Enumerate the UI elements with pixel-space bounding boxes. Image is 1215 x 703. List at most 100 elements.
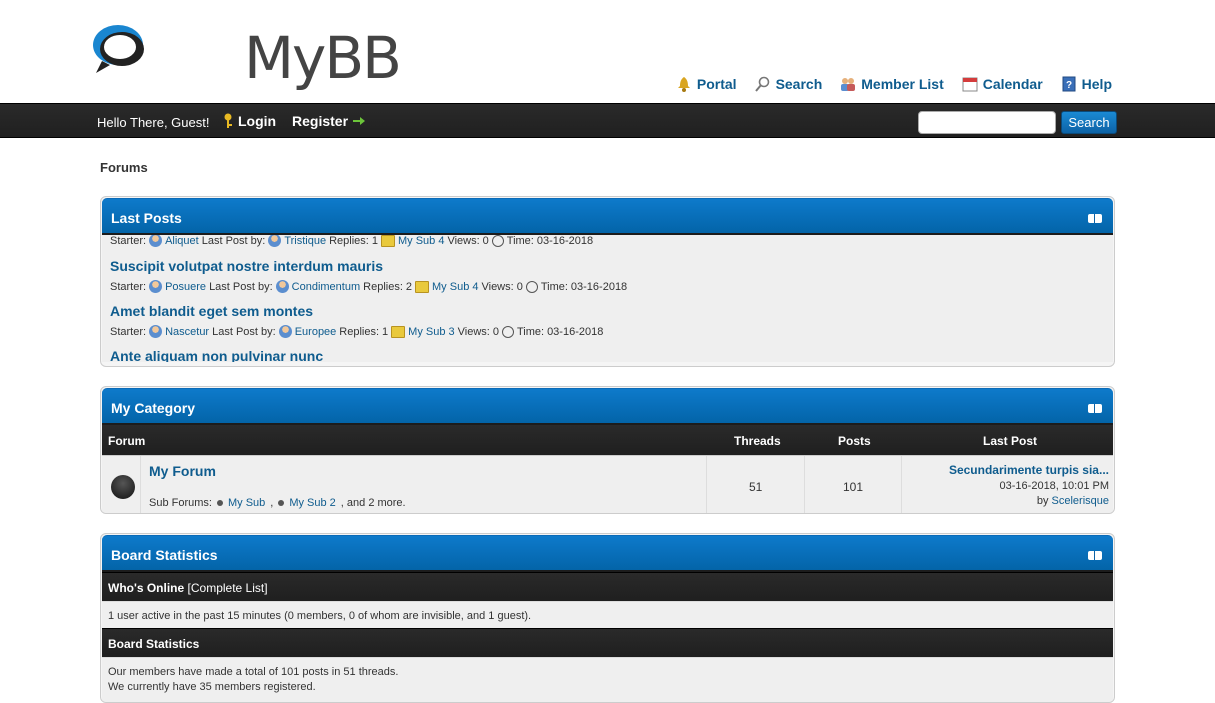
last-post-item: Starter: Aliquet Last Post by: Tristique… bbox=[110, 235, 593, 247]
mybb-logo[interactable]: MyBB bbox=[92, 17, 402, 87]
replies-label: Replies: bbox=[339, 325, 380, 338]
col-forum: Forum bbox=[108, 434, 146, 448]
member-list-link[interactable]: Member List bbox=[840, 76, 944, 92]
post-title-link[interactable]: Ante aliquam non pulvinar nunc bbox=[110, 348, 323, 362]
replies-value: 1 bbox=[371, 235, 378, 247]
online-row: 1 user active in the past 15 minutes (0 … bbox=[102, 601, 1113, 628]
stats-row: Our members have made a total of 101 pos… bbox=[102, 657, 1113, 702]
last-posts-box: Last Posts Starter: Aliquet Last Post by… bbox=[100, 196, 1115, 367]
clock-icon bbox=[491, 235, 504, 247]
last-by-label: Last Post by: bbox=[201, 235, 266, 247]
more-subforums: , and 2 more. bbox=[340, 497, 406, 509]
whos-online-title: Who's Online [Complete List] bbox=[108, 581, 268, 595]
subforums: Sub Forums: My Sub, My Sub 2 , and 2 more… bbox=[149, 497, 406, 509]
welcome-text: Hello There, Guest! bbox=[97, 115, 210, 130]
post-title-link[interactable]: Amet blandit eget sem montes bbox=[110, 303, 313, 319]
last-by-link[interactable]: Tristique bbox=[284, 235, 326, 247]
views-value: 0 bbox=[482, 235, 489, 247]
category-box: My Category Forum Threads Posts Last Pos… bbox=[100, 386, 1115, 514]
last-post-item: Suscipit volutpat nostre interdum mauris… bbox=[110, 258, 627, 293]
board-stats-title: Board Statistics bbox=[111, 547, 218, 563]
time-value: 03-16-2018 bbox=[536, 235, 594, 247]
board-stats-box: Board Statistics Who's Online [Complete … bbox=[100, 533, 1115, 703]
clock-icon bbox=[501, 325, 514, 338]
views-value: 0 bbox=[492, 325, 499, 338]
portal-label: Portal bbox=[696, 76, 737, 92]
calendar-icon bbox=[962, 77, 978, 92]
help-link[interactable]: ? Help bbox=[1061, 76, 1112, 92]
forum-status-icon bbox=[111, 475, 135, 499]
subforum-link[interactable]: My Sub 2 bbox=[289, 497, 335, 509]
col-posts: Posts bbox=[838, 434, 871, 448]
time-value: 03-16-2018 bbox=[547, 325, 604, 338]
subforum-link[interactable]: My Sub bbox=[228, 497, 265, 509]
whos-online-header: Who's Online [Complete List] bbox=[102, 572, 1113, 601]
last-post-info: Secundarimente turpis sia... 03-16-2018,… bbox=[949, 463, 1109, 507]
register-label: Register bbox=[292, 113, 349, 129]
threads-count: 51 bbox=[749, 480, 763, 494]
last-post-user-link[interactable]: Scelerisque bbox=[1052, 495, 1109, 507]
collapse-icon[interactable] bbox=[1088, 214, 1102, 223]
post-meta: Starter: Posuere Last Post by: Condiment… bbox=[110, 280, 627, 293]
col-last-post: Last Post bbox=[983, 434, 1038, 448]
post-meta: Starter: Aliquet Last Post by: Tristique… bbox=[110, 235, 593, 247]
col-threads: Threads bbox=[734, 434, 781, 448]
forum-link[interactable]: My Sub 4 bbox=[432, 281, 478, 293]
online-text: 1 user active in the past 15 minutes (0 … bbox=[108, 610, 532, 622]
last-by-link[interactable]: Europee bbox=[295, 326, 337, 338]
last-posts-list[interactable]: Starter: Aliquet Last Post by: Tristique… bbox=[102, 235, 1113, 362]
top-links: Portal Search Member List Calendar ? Hel… bbox=[676, 76, 1112, 92]
members-icon bbox=[841, 78, 856, 91]
logo-bubble-icon bbox=[93, 25, 144, 73]
svg-text:?: ? bbox=[1066, 80, 1072, 91]
login-link[interactable]: Login bbox=[222, 113, 276, 129]
category-title[interactable]: My Category bbox=[111, 400, 195, 416]
last-post-title-link[interactable]: Secundarimente turpis sia... bbox=[949, 463, 1109, 477]
search-link[interactable]: Search bbox=[754, 76, 822, 92]
folder-icon bbox=[415, 280, 430, 293]
views-value: 0 bbox=[516, 280, 523, 293]
starter-label: Starter: bbox=[110, 235, 147, 247]
portal-link[interactable]: Portal bbox=[676, 76, 737, 92]
breadcrumb[interactable]: Forums bbox=[100, 160, 148, 175]
starter-label: Starter: bbox=[110, 325, 147, 338]
starter-link[interactable]: Aliquet bbox=[165, 235, 199, 247]
replies-label: Replies: bbox=[329, 235, 369, 247]
posts-cell: 101 bbox=[804, 456, 901, 513]
starter-link[interactable]: Posuere bbox=[165, 281, 206, 293]
comma: , bbox=[270, 497, 274, 509]
collapse-icon[interactable] bbox=[1088, 551, 1102, 560]
views-label: Views: bbox=[447, 235, 480, 247]
stats-line-1: Our members have made a total of 101 pos… bbox=[108, 666, 399, 678]
post-meta: Starter: Nascetur Last Post by: Europee … bbox=[110, 325, 603, 338]
forum-link[interactable]: My Sub 3 bbox=[408, 326, 454, 338]
by-label: by bbox=[1036, 495, 1049, 507]
portal-icon bbox=[677, 77, 690, 92]
user-panel: Hello There, Guest! Login Register Searc… bbox=[0, 103, 1215, 138]
logo-text: MyBB bbox=[244, 24, 402, 92]
whos-online-label: Who's Online bbox=[108, 581, 185, 595]
last-post-date: 03-16-2018, 10:01 PM bbox=[999, 480, 1109, 492]
complete-list-link[interactable]: [Complete List] bbox=[188, 581, 268, 595]
calendar-link[interactable]: Calendar bbox=[962, 76, 1043, 92]
search-input[interactable] bbox=[918, 111, 1056, 134]
collapse-icon[interactable] bbox=[1088, 404, 1102, 413]
subforum-dot-icon bbox=[216, 500, 223, 506]
user-icon bbox=[268, 235, 282, 247]
forum-link[interactable]: My Sub 4 bbox=[398, 235, 444, 247]
board-stats-subheader: Board Statistics bbox=[102, 628, 1113, 657]
user-icon bbox=[149, 235, 163, 247]
login-label: Login bbox=[238, 113, 277, 129]
category-header: My Category bbox=[102, 388, 1113, 425]
forum-name-link[interactable]: My Forum bbox=[149, 463, 216, 479]
post-title-link[interactable]: Suscipit volutpat nostre interdum mauris bbox=[110, 258, 383, 274]
starter-link[interactable]: Nascetur bbox=[165, 326, 209, 338]
search-button[interactable]: Search bbox=[1061, 111, 1117, 134]
starter-label: Starter: bbox=[110, 280, 147, 293]
user-icon bbox=[278, 325, 292, 338]
last-by-link[interactable]: Condimentum bbox=[292, 281, 360, 293]
posts-count: 101 bbox=[843, 480, 864, 494]
register-link[interactable]: Register bbox=[292, 113, 366, 129]
divider bbox=[140, 456, 141, 513]
views-label: Views: bbox=[481, 280, 514, 293]
